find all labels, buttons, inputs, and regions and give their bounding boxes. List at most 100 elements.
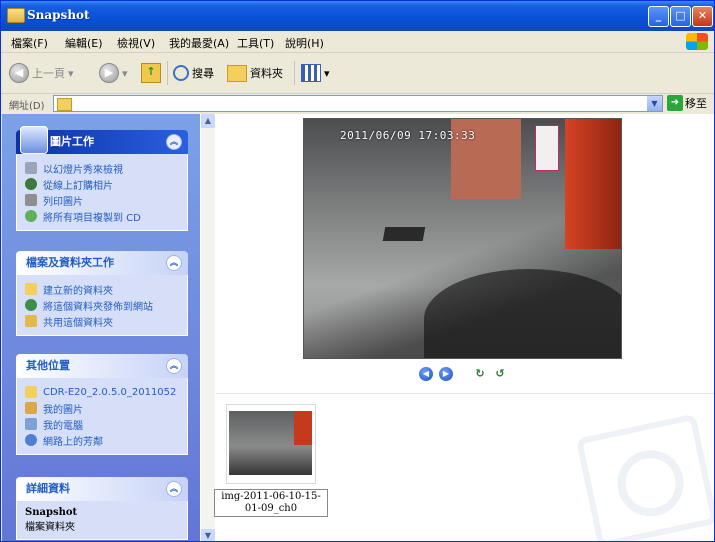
task-label: 建立新的資料夾 [43, 285, 113, 297]
computer-icon [25, 418, 37, 430]
task-publish-web[interactable]: 將這個資料夾發佈到網站 [25, 297, 179, 313]
minimize-button[interactable]: _ [648, 6, 669, 27]
folder-icon [25, 386, 37, 398]
network-icon [25, 434, 37, 446]
menu-view[interactable]: 檢視(V) [117, 35, 155, 51]
preview-photo-detail [535, 125, 559, 171]
folders-label: 資料夾 [250, 67, 283, 80]
forward-button[interactable]: ▶ ▾ [99, 62, 128, 84]
address-bar: 網址(D) ▼ ➜ 移至 [1, 94, 714, 114]
collapse-icon[interactable]: ︽ [166, 134, 182, 150]
cd-icon [25, 210, 37, 222]
place-my-pictures[interactable]: 我的圖片 [25, 400, 179, 416]
task-label: 共用這個資料夾 [43, 317, 113, 329]
menu-help[interactable]: 說明(H) [285, 35, 324, 51]
image-preview[interactable]: 2011/06/09 17:03:33 [303, 118, 622, 359]
pictures-icon [20, 126, 48, 154]
details-header[interactable]: 詳細資料 ︽ [16, 477, 188, 501]
go-button[interactable]: ➜ 移至 [667, 95, 707, 111]
toolbar: ◀ 上一頁 ▾ ▶ ▾ ↑ 搜尋 資料夾 ▾ [1, 53, 714, 94]
search-label: 搜尋 [192, 67, 214, 80]
place-network[interactable]: 網路上的芳鄰 [25, 432, 179, 448]
next-image-button[interactable]: ▶ [439, 367, 453, 381]
other-places-panel: 其他位置 ︽ CDR-E20_2.0.5.0_2011052 我的圖片 我的電腦… [16, 354, 188, 455]
maximize-button[interactable]: □ [670, 6, 691, 27]
address-input[interactable]: ▼ [53, 95, 663, 112]
camera-watermark-icon [575, 413, 714, 541]
preview-photo-detail [382, 227, 426, 241]
menu-edit[interactable]: 編輯(E) [65, 35, 103, 51]
globe-icon [25, 178, 37, 190]
search-icon [173, 65, 189, 81]
collapse-icon[interactable]: ︽ [166, 481, 182, 497]
vertical-scrollbar[interactable]: ▲ ▼ [201, 114, 215, 541]
menu-tools[interactable]: 工具(T) [237, 35, 274, 51]
task-slideshow[interactable]: 以幻燈片秀來檢視 [25, 160, 179, 176]
task-print[interactable]: 列印圖片 [25, 192, 179, 208]
task-copy-cd[interactable]: 將所有項目複製到 CD [25, 208, 179, 224]
explorer-window: Snapshot _ □ ✕ 檔案(F) 編輯(E) 檢視(V) 我的最愛(A)… [0, 0, 715, 542]
other-places-header[interactable]: 其他位置 ︽ [16, 354, 188, 378]
divider [216, 393, 714, 394]
back-button[interactable]: ◀ 上一頁 ▾ [9, 62, 74, 84]
back-arrow-icon: ◀ [9, 63, 29, 83]
rotate-counterclockwise-button[interactable]: ↺ [493, 367, 507, 381]
file-tasks-body: 建立新的資料夾 將這個資料夾發佈到網站 共用這個資料夾 [16, 275, 188, 336]
close-button[interactable]: ✕ [692, 6, 713, 27]
back-label: 上一頁 [32, 67, 65, 80]
thumbnail[interactable] [226, 404, 316, 484]
windows-logo-icon [686, 33, 708, 50]
folder-icon [7, 8, 25, 23]
menu-file[interactable]: 檔案(F) [11, 35, 48, 51]
task-label: 列印圖片 [43, 196, 83, 208]
task-order-prints[interactable]: 從線上訂購相片 [25, 176, 179, 192]
collapse-icon[interactable]: ︽ [166, 255, 182, 271]
task-new-folder[interactable]: 建立新的資料夾 [25, 281, 179, 297]
collapse-icon[interactable]: ︽ [166, 358, 182, 374]
preview-controls: ◀ ▶ ↻ ↺ [419, 367, 507, 381]
details-name: Snapshot [25, 507, 78, 518]
folder-icon [227, 64, 247, 82]
title-bar[interactable]: Snapshot _ □ ✕ [1, 1, 714, 31]
go-label: 移至 [685, 97, 707, 110]
menu-bar: 檔案(F) 編輯(E) 檢視(V) 我的最愛(A) 工具(T) 說明(H) [1, 31, 714, 53]
scroll-up-icon[interactable]: ▲ [201, 114, 215, 128]
rotate-clockwise-button[interactable]: ↻ [473, 367, 487, 381]
file-tasks-header[interactable]: 檔案及資料夾工作 ︽ [16, 251, 188, 275]
previous-image-button[interactable]: ◀ [419, 367, 433, 381]
window-title: Snapshot [27, 8, 90, 22]
picture-tasks-header[interactable]: 圖片工作 ︽ [16, 126, 188, 154]
web-publish-icon [25, 299, 37, 311]
up-folder-icon: ↑ [141, 63, 161, 83]
details-panel: 詳細資料 ︽ Snapshot 檔案資料夾 [16, 477, 188, 540]
panel-title: 其他位置 [26, 359, 70, 372]
search-button[interactable]: 搜尋 [173, 62, 214, 84]
place-label: 網路上的芳鄰 [43, 436, 103, 448]
place-label: CDR-E20_2.0.5.0_2011052 [43, 386, 177, 398]
views-button[interactable]: ▾ [301, 62, 330, 84]
new-folder-icon [25, 283, 37, 295]
scroll-down-icon[interactable]: ▼ [201, 529, 215, 541]
menu-favorites[interactable]: 我的最愛(A) [169, 35, 229, 51]
task-label: 將這個資料夾發佈到網站 [43, 301, 153, 313]
thumbnail-detail [294, 411, 312, 445]
my-pictures-icon [25, 402, 37, 414]
preview-photo-detail [565, 119, 621, 249]
folder-icon [57, 98, 72, 111]
dropdown-arrow-icon: ▾ [122, 66, 128, 80]
thumbnail-image [229, 411, 312, 475]
place-my-computer[interactable]: 我的電腦 [25, 416, 179, 432]
folders-button[interactable]: 資料夾 [227, 62, 283, 84]
place-cdr-folder[interactable]: CDR-E20_2.0.5.0_2011052 [25, 384, 179, 400]
panel-title: 圖片工作 [50, 135, 94, 148]
details-type: 檔案資料夾 [25, 522, 75, 533]
filmstrip-view: ▲ ▼ 2011/06/09 17:03:33 ◀ ▶ ↻ ↺ img-2011… [200, 114, 714, 541]
up-folder-button[interactable]: ↑ [141, 62, 161, 84]
file-tasks-panel: 檔案及資料夾工作 ︽ 建立新的資料夾 將這個資料夾發佈到網站 共用這個資料夾 [16, 251, 188, 336]
chevron-down-icon[interactable]: ▼ [647, 96, 662, 111]
thumbnail-caption[interactable]: img-2011-06-10-15-01-09_ch0 [214, 489, 328, 517]
task-share-folder[interactable]: 共用這個資料夾 [25, 313, 179, 329]
address-label: 網址(D) [9, 101, 45, 112]
printer-icon [25, 194, 37, 206]
task-label: 將所有項目複製到 CD [43, 212, 141, 224]
